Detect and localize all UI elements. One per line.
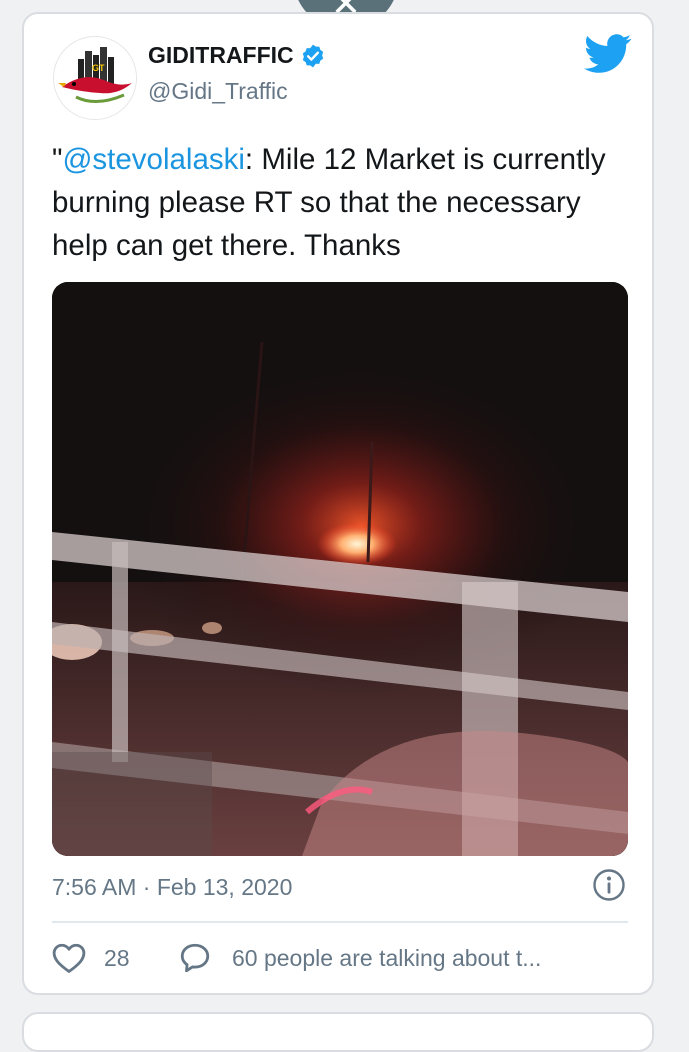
info-icon[interactable]: [592, 868, 626, 902]
next-tweet-card-edge: [22, 1012, 654, 1052]
avatar-logo-text: GT: [92, 63, 105, 73]
display-name[interactable]: GIDITRAFFIC: [148, 42, 326, 69]
divider: [52, 921, 628, 923]
mention-link[interactable]: @stevolalaski: [62, 143, 244, 176]
twitter-bird-icon[interactable]: [584, 34, 632, 74]
gidi-traffic-logo: GT: [54, 37, 136, 119]
tweet-media-photo[interactable]: [52, 282, 628, 856]
verified-badge-icon: [300, 43, 326, 69]
fire-night-photo: [52, 282, 628, 856]
embedded-tweet-card[interactable]: GT GIDITRAFFIC @Gidi_Traffic "@stevolala…: [22, 12, 654, 995]
tweet-text-prefix: ": [52, 143, 63, 176]
tweet-timestamp[interactable]: 7:56 AM · Feb 13, 2020: [52, 874, 292, 901]
display-name-text: GIDITRAFFIC: [148, 42, 294, 68]
conversation-link[interactable]: 60 people are talking about t...: [232, 945, 541, 972]
like-count[interactable]: 28: [104, 945, 130, 972]
avatar[interactable]: GT: [53, 36, 137, 120]
heart-icon[interactable]: [52, 942, 86, 974]
speech-bubble-icon[interactable]: [178, 941, 212, 975]
tweet-text: "@stevolalaski: Mile 12 Market is curren…: [52, 138, 642, 267]
user-handle[interactable]: @Gidi_Traffic: [148, 78, 288, 105]
